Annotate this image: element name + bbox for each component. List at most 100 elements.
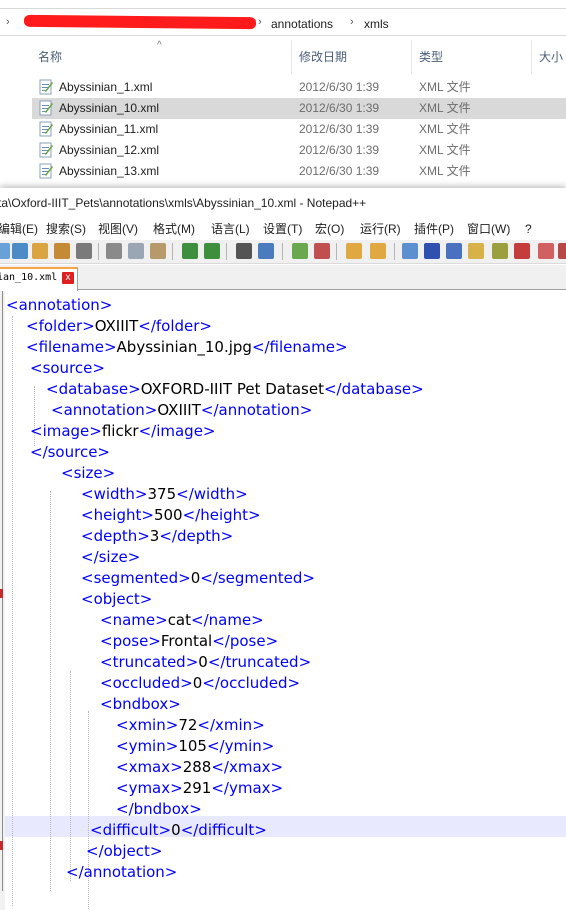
undo-icon[interactable] <box>182 243 198 259</box>
doc-map-icon[interactable] <box>492 243 508 259</box>
breadcrumb-xmls[interactable]: xmls <box>364 17 389 31</box>
file-row[interactable]: Abyssinian_10.xml 2012/6/30 1:39 XML 文件 <box>32 98 566 119</box>
open-file-icon[interactable] <box>12 243 28 259</box>
chevron-right-icon[interactable]: › <box>350 16 354 28</box>
code-line[interactable]: </source> <box>30 442 110 463</box>
show-all-chars-icon[interactable] <box>424 243 440 259</box>
fold-marker[interactable] <box>0 841 3 850</box>
xml-tag: </xmax> <box>211 758 284 776</box>
code-line[interactable]: </size> <box>81 547 140 568</box>
indent-guide-icon[interactable] <box>446 243 462 259</box>
menu-window[interactable]: 窗口(W) <box>467 222 510 236</box>
word-wrap-icon[interactable] <box>402 243 418 259</box>
code-line[interactable]: <occluded>0</occluded> <box>100 673 300 694</box>
code-line[interactable]: <width>375</width> <box>81 484 248 505</box>
code-line[interactable]: <xmin>72</xmin> <box>116 715 265 736</box>
column-header-size[interactable]: 大小 <box>539 50 563 64</box>
toolbar-separator <box>282 243 283 260</box>
new-file-icon[interactable] <box>0 243 10 259</box>
save-icon[interactable] <box>32 243 48 259</box>
menu-view[interactable]: 视图(V) <box>98 222 138 236</box>
code-line[interactable]: <segmented>0</segmented> <box>81 568 315 589</box>
column-header-name[interactable]: 名称 <box>38 50 62 64</box>
print-icon[interactable] <box>76 243 92 259</box>
user-language-icon[interactable] <box>468 243 484 259</box>
cut-icon[interactable] <box>106 243 122 259</box>
xml-tag: </image> <box>138 422 216 440</box>
file-explorer-window: › › annotations › xmls ^ 名称 修改日期 类型 大小 A… <box>0 0 566 190</box>
code-line[interactable]: <truncated>0</truncated> <box>100 652 311 673</box>
save-all-icon[interactable] <box>54 243 70 259</box>
menu-plugins[interactable]: 插件(P) <box>414 222 454 236</box>
redo-icon[interactable] <box>204 243 220 259</box>
xml-tag: <segmented> <box>81 569 191 587</box>
code-line[interactable]: <filename>Abyssinian_10.jpg</filename> <box>26 337 348 358</box>
replace-icon[interactable] <box>258 243 274 259</box>
code-line[interactable]: </annotation> <box>66 862 177 883</box>
xml-value: 291 <box>182 779 212 797</box>
stop-macro-icon[interactable] <box>558 243 566 259</box>
tab-abyssinian-10[interactable]: ian_10.xml x <box>0 267 78 291</box>
code-line[interactable]: <object> <box>81 589 152 610</box>
code-line[interactable]: <ymax>291</ymax> <box>116 778 283 799</box>
paste-icon[interactable] <box>150 243 166 259</box>
file-row[interactable]: Abyssinian_1.xml 2012/6/30 1:39 XML 文件 <box>32 77 566 98</box>
sync-scroll-icon[interactable] <box>346 243 362 259</box>
menu-help[interactable]: ? <box>525 222 532 236</box>
code-line[interactable]: <database>OXFORD-IIIT Pet Dataset</datab… <box>46 379 424 400</box>
code-line[interactable]: </bndbox> <box>116 799 202 820</box>
menu-format[interactable]: 格式(M) <box>153 222 195 236</box>
code-editor[interactable]: <annotation> <folder>OXIIIT</folder> <file… <box>0 291 566 910</box>
record-macro-icon[interactable] <box>538 243 554 259</box>
zoom-out-icon[interactable] <box>314 243 330 259</box>
zoom-in-icon[interactable] <box>292 243 308 259</box>
code-line[interactable]: </object> <box>86 841 162 862</box>
code-line[interactable]: <folder>OXIIIT</folder> <box>26 316 212 337</box>
code-line[interactable]: <difficult>0</difficult> <box>90 820 267 841</box>
code-line[interactable]: <ymin>105</ymin> <box>116 736 274 757</box>
code-line[interactable]: <size> <box>61 463 115 484</box>
function-list-icon[interactable] <box>514 243 530 259</box>
title-bar[interactable]: ta\Oxford-IIIT_Pets\annotations\xmls\Aby… <box>0 188 566 218</box>
xml-tag: </ymin> <box>206 737 275 755</box>
file-row[interactable]: Abyssinian_11.xml 2012/6/30 1:39 XML 文件 <box>32 119 566 140</box>
menu-language[interactable]: 语言(L) <box>211 222 250 236</box>
close-tab-icon[interactable]: x <box>62 272 74 284</box>
indent-guide <box>12 316 13 906</box>
column-divider[interactable] <box>291 40 292 74</box>
chevron-right-icon[interactable]: › <box>6 16 10 28</box>
code-line[interactable]: <height>500</height> <box>81 505 261 526</box>
copy-icon[interactable] <box>128 243 144 259</box>
code-line[interactable]: <depth>3</depth> <box>81 526 233 547</box>
xml-tag: <size> <box>61 464 116 482</box>
code-line[interactable]: <xmax>288</xmax> <box>116 757 283 778</box>
menu-macro[interactable]: 宏(O) <box>315 222 344 236</box>
column-divider[interactable] <box>411 40 412 74</box>
code-line[interactable]: <pose>Frontal</pose> <box>100 631 278 652</box>
find-icon[interactable] <box>236 243 252 259</box>
code-line[interactable]: <annotation> <box>6 295 112 316</box>
code-line[interactable]: <bndbox> <box>100 694 181 715</box>
breadcrumb-annotations[interactable]: annotations <box>271 17 333 31</box>
code-line[interactable]: <name>cat</name> <box>100 610 264 631</box>
column-header-date[interactable]: 修改日期 <box>299 50 347 64</box>
column-header-type[interactable]: 类型 <box>419 50 443 64</box>
code-line[interactable]: <image>flickr</image> <box>30 421 216 442</box>
fold-marker[interactable] <box>0 589 3 598</box>
menu-edit[interactable]: 编辑(E) <box>0 222 38 236</box>
menu-run[interactable]: 运行(R) <box>360 222 401 236</box>
address-bar[interactable]: › › annotations › xmls <box>0 8 566 36</box>
tab-label: ian_10.xml <box>0 272 58 283</box>
toolbar-separator <box>172 243 173 260</box>
sync-horizontal-icon[interactable] <box>370 243 386 259</box>
code-line[interactable]: <source> <box>30 358 105 379</box>
menu-search[interactable]: 搜索(S) <box>46 222 86 236</box>
file-row[interactable]: Abyssinian_12.xml 2012/6/30 1:39 XML 文件 <box>32 140 566 161</box>
file-row[interactable]: Abyssinian_13.xml 2012/6/30 1:39 XML 文件 <box>32 161 566 182</box>
redacted-path-scribble <box>23 14 257 30</box>
menu-settings[interactable]: 设置(T) <box>263 222 302 236</box>
xml-tag: </annotation> <box>66 863 178 881</box>
code-line[interactable]: <annotation>OXIIIT</annotation> <box>51 400 312 421</box>
chevron-right-icon[interactable]: › <box>258 16 262 28</box>
column-divider[interactable] <box>531 40 532 74</box>
